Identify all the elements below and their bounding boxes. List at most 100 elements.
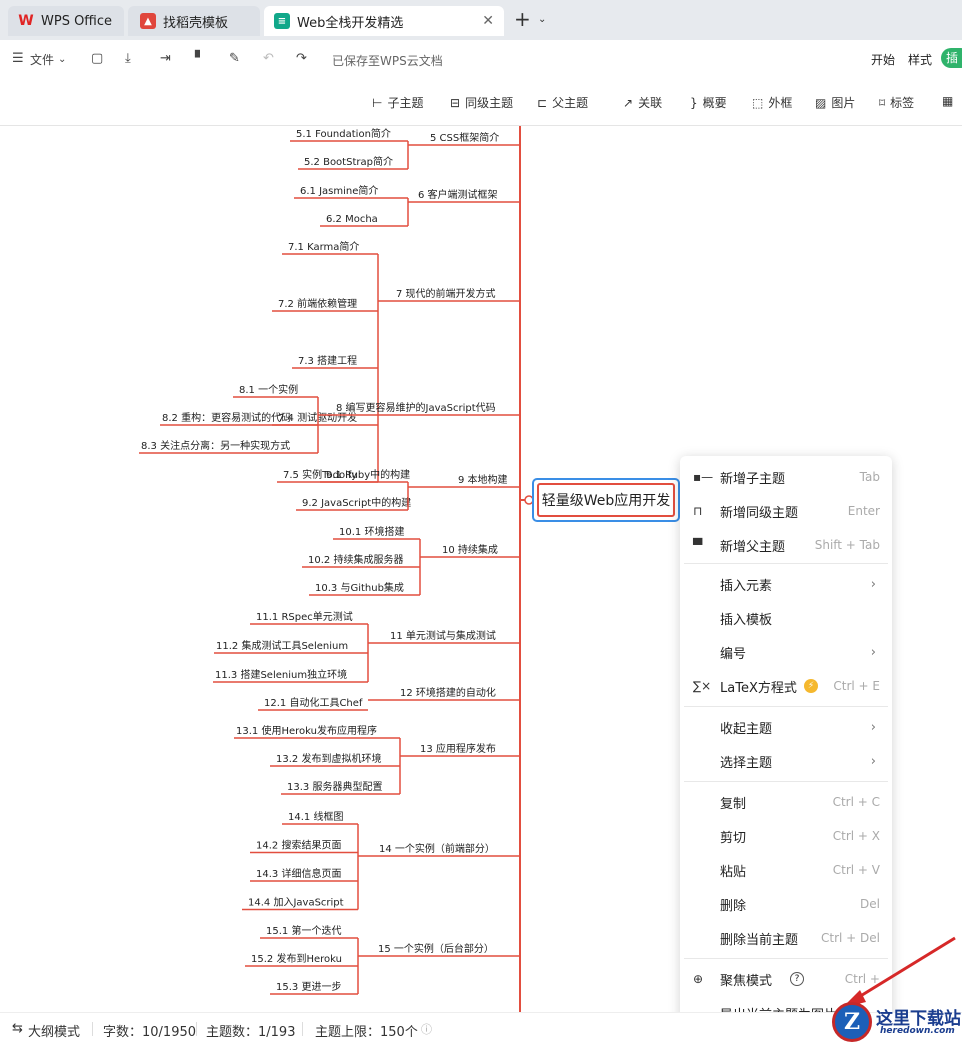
- subtopic[interactable]: 15.1 第一个迭代: [266, 924, 341, 937]
- context-menu-label: 编号: [720, 646, 747, 662]
- close-tab-icon[interactable]: ✕: [482, 13, 494, 29]
- help-icon[interactable]: ?: [790, 972, 804, 986]
- context-menu-label: LaTeX方程式: [720, 680, 797, 696]
- menu-start[interactable]: 开始: [871, 51, 895, 68]
- summary-button[interactable]: } 概要: [690, 94, 727, 111]
- subtopic[interactable]: 13.3 服务器典型配置: [287, 780, 382, 793]
- branch-topic[interactable]: 14 一个实例（前端部分）: [379, 842, 495, 855]
- context-menu-item[interactable]: ∑× LaTeX方程式 ⚡ Ctrl + E: [680, 669, 892, 703]
- subtopic[interactable]: 13.1 使用Heroku发布应用程序: [236, 724, 377, 737]
- subtopic[interactable]: 14.1 线框图: [288, 810, 343, 823]
- outline-mode-icon[interactable]: ⇆: [12, 1021, 23, 1036]
- context-menu-item[interactable]: ▪— 新增子主题 Tab: [680, 460, 892, 494]
- save-status: 已保存至WPS云文档: [332, 54, 443, 68]
- branch-topic[interactable]: 13 应用程序发布: [420, 742, 496, 755]
- subtopic[interactable]: 15.3 更进一步: [276, 981, 341, 993]
- tab-label: WPS Office: [41, 13, 113, 29]
- hamburger-icon[interactable]: ☰: [12, 51, 24, 66]
- context-menu-item[interactable]: 收起主题 ›: [680, 710, 892, 744]
- relation-button[interactable]: ↗ 关联: [623, 94, 662, 111]
- branch-topic[interactable]: 7 现代的前端开发方式: [396, 287, 496, 300]
- subtopic[interactable]: 8.3 关注点分离：另一种实现方式: [141, 439, 290, 452]
- chevron-down-icon[interactable]: ⌄: [58, 54, 66, 65]
- subtopic[interactable]: 13.2 发布到虚拟机环境: [276, 752, 381, 765]
- help-icon[interactable]: ⓘ: [421, 1021, 432, 1037]
- subtopic[interactable]: 8.2 重构：更容易测试的代码: [162, 411, 291, 424]
- subtopic[interactable]: 7.2 前端依赖管理: [278, 297, 357, 310]
- context-menu-item[interactable]: 插入元素 ›: [680, 567, 892, 601]
- context-menu-item[interactable]: 粘贴 Ctrl + V: [680, 853, 892, 887]
- pen-icon[interactable]: ✎: [229, 51, 240, 66]
- frame-label: 外框: [768, 96, 793, 110]
- new-tab-icon[interactable]: +: [514, 9, 531, 29]
- subtopic[interactable]: 14.4 加入JavaScript: [248, 897, 344, 909]
- parent-topic-button[interactable]: ⊏ 父主题: [537, 94, 588, 111]
- context-menu-shortcut: Ctrl + V: [832, 863, 880, 877]
- context-menu-item[interactable]: 选择主题 ›: [680, 744, 892, 778]
- central-topic-selection[interactable]: 轻量级Web应用开发: [532, 478, 680, 522]
- branch-topic[interactable]: 6 客户端测试框架: [418, 188, 498, 201]
- subtopic[interactable]: 15.2 发布到Heroku: [251, 952, 342, 965]
- file-menu[interactable]: 文件: [30, 51, 54, 68]
- context-menu-item[interactable]: ▀ 新增父主题 Shift + Tab: [680, 528, 892, 562]
- subtopic[interactable]: 14.2 搜索结果页面: [256, 839, 341, 852]
- subtopic[interactable]: 6.2 Mocha: [326, 214, 378, 225]
- context-menu-item[interactable]: 复制 Ctrl + C: [680, 785, 892, 819]
- subtopic[interactable]: 9.2 JavaScript中的构建: [302, 496, 411, 509]
- subtopic[interactable]: 8.1 一个实例: [239, 383, 298, 396]
- tab-find-templates[interactable]: ▲ 找稻壳模板: [128, 6, 260, 36]
- table-icon[interactable]: ▦: [942, 94, 958, 108]
- context-menu-item[interactable]: ⊓ 新增同级主题 Enter: [680, 494, 892, 528]
- branch-topic[interactable]: 11 单元测试与集成测试: [390, 629, 496, 642]
- central-topic[interactable]: 轻量级Web应用开发: [537, 483, 675, 517]
- branch-topic[interactable]: 8 编写更容易维护的JavaScript代码: [336, 401, 496, 414]
- status-bar: ⇆ 大纲模式 字数：10/1950 主题数：1/193 主题上限：150个 ⓘ: [0, 1012, 962, 1042]
- branch-topic[interactable]: 10 持续集成: [442, 543, 498, 556]
- subtopic[interactable]: 11.1 RSpec单元测试: [256, 610, 353, 623]
- subtopic[interactable]: 5.1 Foundation简介: [296, 127, 391, 140]
- context-menu-item[interactable]: 编号 ›: [680, 635, 892, 669]
- add-parent-icon: ▀: [693, 538, 703, 552]
- branch-topic[interactable]: 9 本地构建: [458, 473, 508, 486]
- tab-active-document[interactable]: ≡ Web全栈开发精选 ✕: [264, 6, 504, 36]
- redo-icon[interactable]: ↷: [296, 51, 307, 66]
- outline-mode-button[interactable]: 大纲模式: [28, 1021, 80, 1040]
- subtopic[interactable]: 5.2 BootStrap简介: [304, 155, 393, 168]
- subtopic[interactable]: 7.1 Karma简介: [288, 240, 359, 253]
- subtopic[interactable]: 6.1 Jasmine简介: [300, 184, 378, 197]
- branch-topic[interactable]: 15 一个实例（后台部分）: [378, 942, 494, 955]
- tab-wps-office[interactable]: W WPS Office: [8, 6, 124, 36]
- subtopic[interactable]: 14.3 详细信息页面: [256, 867, 341, 880]
- branch-topic[interactable]: 5 CSS框架简介: [430, 131, 499, 144]
- sibling-topic-button[interactable]: ⊟ 同级主题: [450, 94, 513, 111]
- frame-button[interactable]: ⬚ 外框: [752, 94, 792, 111]
- chevron-down-icon[interactable]: ⌄: [538, 14, 546, 25]
- subtopic[interactable]: 11.2 集成测试工具Selenium: [216, 639, 348, 652]
- mindmap-doc-icon: ≡: [274, 13, 290, 29]
- subtopic[interactable]: 11.3 搭建Selenium独立环境: [215, 668, 347, 681]
- subtopic-icon: ⊢: [372, 95, 383, 110]
- download-icon[interactable]: ⤓: [125, 51, 131, 66]
- undo-icon[interactable]: ↶: [263, 51, 274, 66]
- export-icon[interactable]: ⇥: [160, 51, 171, 66]
- focus-icon: ⊕: [693, 972, 704, 986]
- premium-bolt-icon: ⚡: [804, 679, 818, 693]
- format-painter-icon[interactable]: ▘: [195, 51, 205, 66]
- subtopic[interactable]: 9.1 Ruby中的构建: [326, 468, 410, 481]
- save-icon[interactable]: ▢: [91, 51, 103, 66]
- image-button[interactable]: ▨ 图片: [815, 94, 855, 111]
- summary-brace-icon: }: [690, 95, 698, 110]
- subtopic-button[interactable]: ⊢ 子主题: [372, 94, 423, 111]
- tag-button[interactable]: ⌑ 标签: [879, 94, 914, 111]
- subtopic[interactable]: 12.1 自动化工具Chef: [264, 696, 363, 709]
- subtopic[interactable]: 10.2 持续集成服务器: [308, 553, 403, 566]
- branch-topic[interactable]: 12 环境搭建的自动化: [400, 686, 496, 699]
- subtopic[interactable]: 10.3 与Github集成: [315, 581, 404, 594]
- menu-style[interactable]: 样式: [908, 51, 932, 68]
- context-menu-item[interactable]: 插入模板: [680, 601, 892, 635]
- subtopic[interactable]: 7.3 搭建工程: [298, 354, 357, 367]
- subtopic[interactable]: 10.1 环境搭建: [339, 525, 404, 538]
- menu-insert[interactable]: 插: [941, 48, 962, 68]
- context-menu-item[interactable]: 剪切 Ctrl + X: [680, 819, 892, 853]
- context-menu-item[interactable]: 删除 Del: [680, 887, 892, 921]
